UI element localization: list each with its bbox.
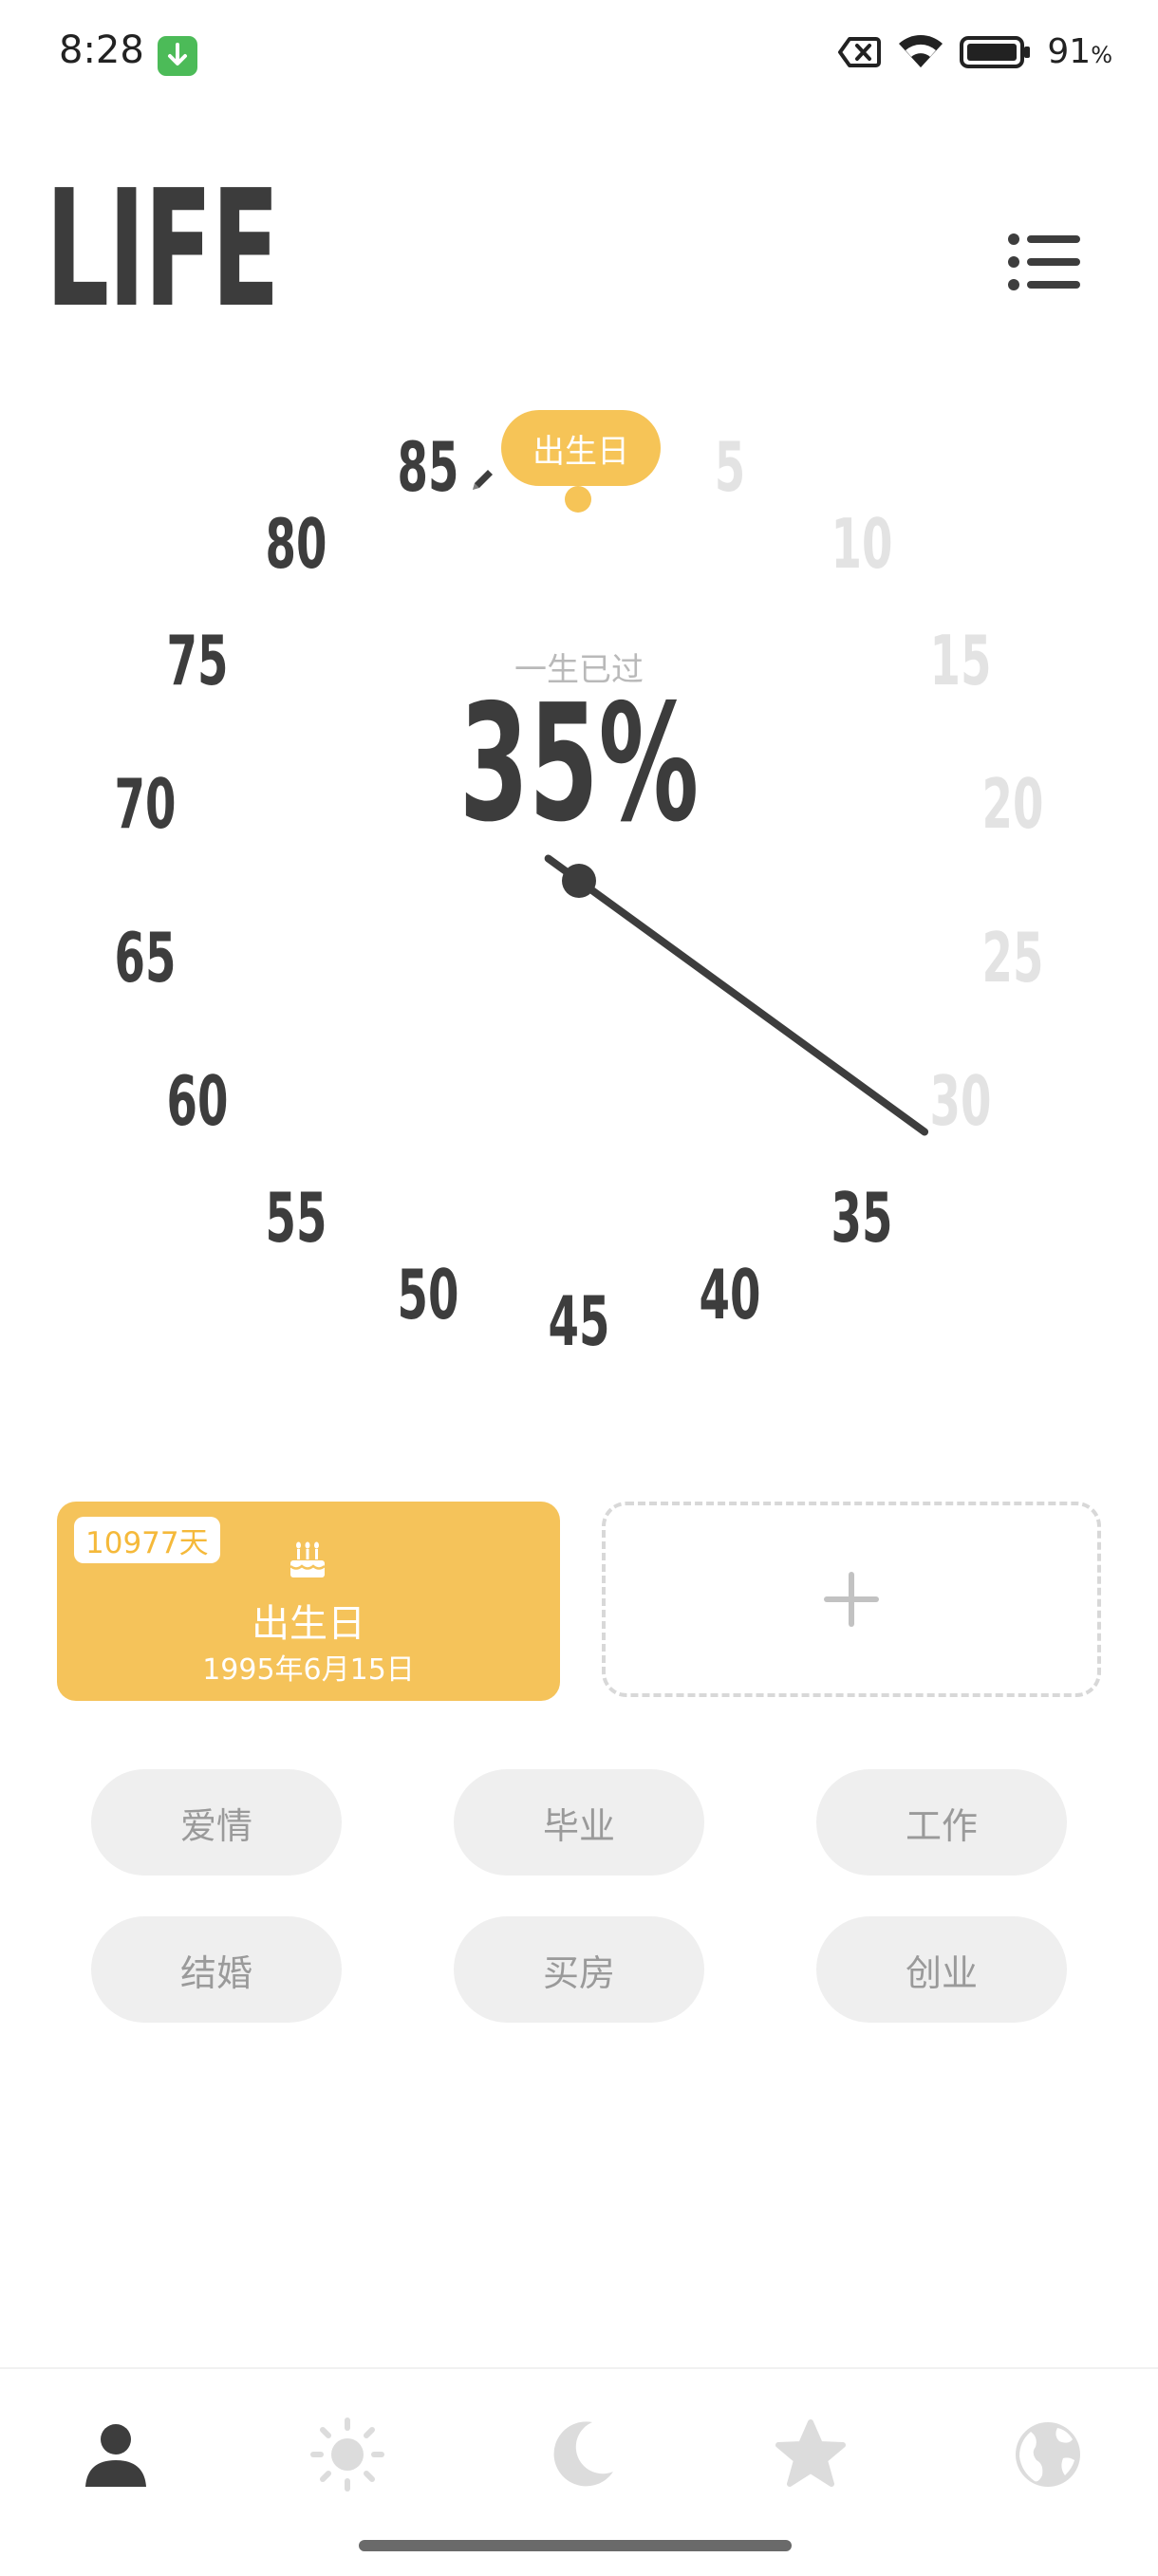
moon-icon [553,2421,613,2487]
tag-marriage[interactable]: 结婚 [91,1916,342,2023]
star-icon [775,2419,846,2487]
nav-favorites[interactable] [773,2417,849,2492]
dial-tick-45: 45 [548,1281,610,1361]
dial-hand [575,877,929,1136]
dial-hand-layer [544,433,929,1136]
list-menu-icon [1008,233,1080,290]
tag-startup[interactable]: 创业 [816,1916,1067,2023]
app-title: LIFE [46,156,280,344]
person-icon [85,2424,146,2487]
dial-tick-60: 60 [166,1061,229,1141]
status-right-group: 91% [838,32,1112,71]
sun-icon [310,2417,384,2492]
tag-graduation[interactable]: 毕业 [454,1769,704,1876]
tag-work[interactable]: 工作 [816,1769,1067,1876]
download-notification-icon [158,36,197,76]
battery-level: 91% [1047,32,1112,71]
dial-tick-25: 25 [981,917,1044,998]
dial-tick-55: 55 [265,1178,327,1259]
dial-tick-30: 30 [929,1061,992,1141]
life-passed-percent: 35% [458,670,700,858]
event-card-birthday[interactable]: 10977天 出生日 1995年6月15日 [57,1502,560,1701]
wifi-icon [899,34,943,67]
dial-tick-85: 85 [397,426,459,507]
nav-night[interactable] [543,2417,619,2492]
plus-icon [824,1572,879,1627]
event-date: 1995年6月15日 [202,1653,415,1687]
birth-marker-bubble[interactable]: 出生日 [501,410,661,486]
tag-buy-house[interactable]: 买房 [454,1916,704,2023]
days-count-badge: 10977天 [74,1517,220,1563]
sim-off-icon [838,36,882,67]
dial-tick-70: 70 [114,764,177,845]
dial-tick-35: 35 [831,1178,893,1259]
menu-button[interactable] [1006,230,1082,294]
battery-icon [960,35,1031,68]
status-time: 8:28 [59,28,144,72]
birthday-cake-icon [290,1541,326,1577]
dial-tick-10: 10 [831,503,893,584]
event-title: 出生日 [252,1602,365,1646]
birth-marker-dot [565,486,591,513]
dial-tick-20: 20 [981,764,1044,845]
life-dial[interactable]: 5 10 15 20 25 30 35 40 45 50 55 60 65 70 75 80 85 [0,361,1158,1424]
dial-tick-5: 5 [714,426,745,507]
edit-pencil-icon[interactable] [469,465,497,494]
dial-pivot [562,864,596,898]
tag-love[interactable]: 爱情 [91,1769,342,1876]
nav-day[interactable] [309,2417,385,2492]
gesture-home-bar[interactable] [359,2540,792,2551]
nav-profile[interactable] [78,2417,154,2492]
dial-tick-65: 65 [114,917,177,998]
globe-icon [1016,2422,1080,2487]
dial-tick-40: 40 [699,1255,761,1335]
nav-world[interactable] [1010,2417,1086,2492]
status-bar: 8:28 91% [0,0,1158,114]
add-event-button[interactable] [602,1502,1101,1697]
dial-tick-50: 50 [397,1255,459,1335]
dial-tick-80: 80 [265,503,327,584]
